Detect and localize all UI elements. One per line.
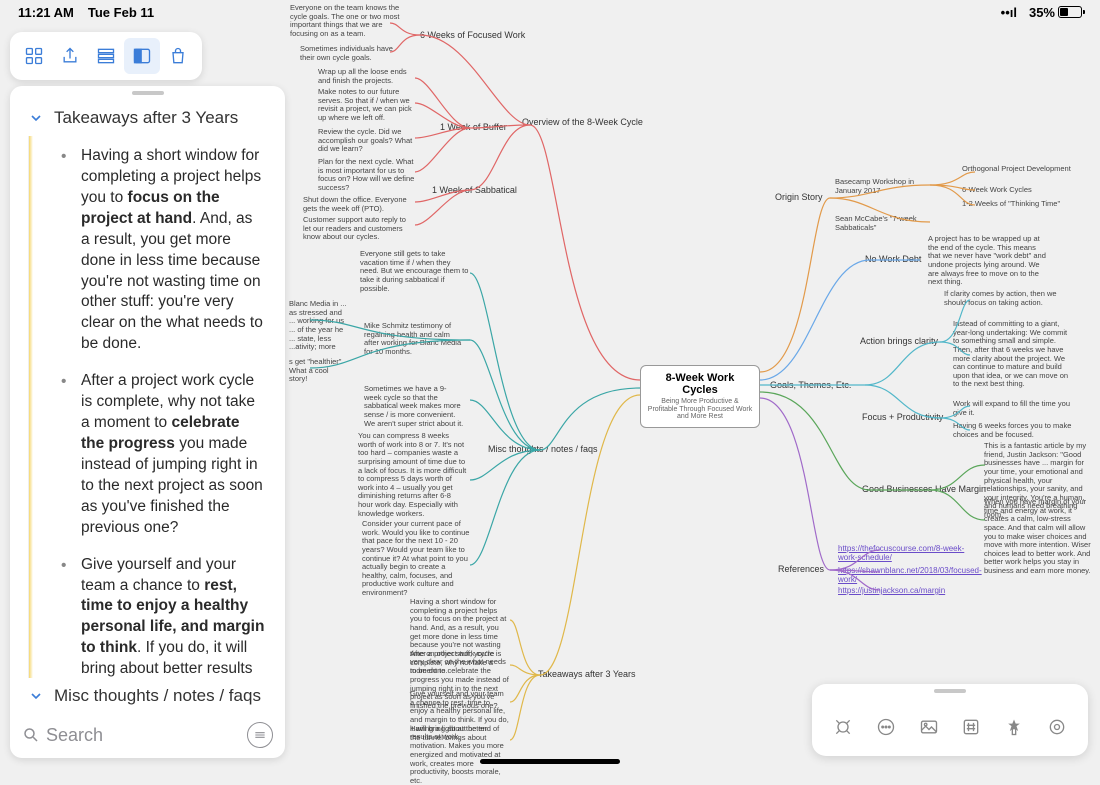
leaf[interactable]: Instead of committing to a giant, year-l… [953, 320, 1073, 389]
leaf[interactable]: Review the cycle. Did we accomplish our … [318, 128, 418, 154]
chevron-down-icon [28, 688, 44, 704]
node-buffer[interactable]: 1 Week of Buffer [440, 122, 507, 132]
note-item[interactable]: After a project work cycle is complete, … [39, 365, 275, 548]
node-sabbatical[interactable]: 1 Week of Sabbatical [432, 185, 517, 195]
toolbar [10, 32, 202, 80]
leaf[interactable]: Customer support auto reply to let our r… [303, 216, 413, 242]
node-origin[interactable]: Origin Story [775, 192, 823, 202]
ref-link[interactable]: https://justinjackson.ca/margin [838, 586, 945, 595]
node-overview[interactable]: Overview of the 8-Week Cycle [522, 117, 643, 127]
section-title: Takeaways after 3 Years [54, 108, 238, 128]
node-takeaways[interactable]: Takeaways after 3 Years [538, 669, 636, 679]
leaf[interactable]: Having 6 weeks forces you to make choice… [953, 422, 1073, 439]
leaf[interactable]: Make notes to our future serves. So that… [318, 88, 418, 123]
more-button[interactable] [871, 712, 901, 742]
leaf[interactable]: Orthogonal Project Development [962, 165, 1071, 174]
search-icon [22, 726, 40, 744]
node-focus[interactable]: Focus + Productivity [862, 412, 943, 422]
note-item[interactable]: Having a short window for completing a p… [39, 140, 275, 365]
leaf[interactable]: Sometimes we have a 9-week cycle so that… [364, 385, 464, 428]
leaf[interactable]: Work will expand to fill the time you gi… [953, 400, 1073, 417]
date: Tue Feb 11 [88, 5, 154, 20]
section-misc[interactable]: Misc thoughts / notes / faqs [10, 678, 285, 714]
node-workdebt[interactable]: No Work Debt [865, 254, 921, 264]
node-action[interactable]: Action brings clarity [860, 336, 938, 346]
leaf[interactable]: Mike Schmitz testimony of regaining heal… [364, 322, 464, 357]
grid-view-button[interactable] [16, 38, 52, 74]
chevron-down-icon [28, 110, 44, 126]
drag-handle[interactable] [812, 684, 1088, 698]
central-node[interactable]: 8-Week Work Cycles Being More Productive… [640, 365, 760, 428]
leaf[interactable]: Consider your current pace of work. Woul… [362, 520, 472, 598]
node-six-weeks[interactable]: 6 Weeks of Focused Work [420, 30, 525, 40]
outline-button[interactable] [88, 38, 124, 74]
status-bar: 11:21 AM Tue Feb 11 ••ıl 35% [0, 0, 1100, 24]
ref-link[interactable]: https://thefocuscourse.com/8-week-work-s… [838, 544, 968, 562]
leaf[interactable]: Plan for the next cycle. What is most im… [318, 158, 418, 193]
edit-toolbar [812, 684, 1088, 756]
leaf[interactable]: You can compress 8 weeks worth of work i… [358, 432, 468, 518]
section-title: Misc thoughts / notes / faqs [54, 686, 261, 706]
leaf[interactable]: 1-2 Weeks of "Thinking Time" [962, 200, 1060, 209]
node-goals[interactable]: Goals, Themes, Etc. [770, 380, 851, 390]
cell-signal-icon: ••ıl [1001, 5, 1017, 20]
leaf[interactable]: A project has to be wrapped up at the en… [928, 235, 1048, 287]
leaf[interactable]: s get "healthier" What a cool story! [289, 358, 349, 384]
leaf[interactable]: Blanc Media in ... as stressed and ... w… [289, 300, 349, 352]
split-view-button[interactable] [124, 38, 160, 74]
leaf[interactable]: Everyone still gets to take vacation tim… [360, 250, 470, 293]
share-button[interactable] [52, 38, 88, 74]
shop-button[interactable] [160, 38, 196, 74]
drag-handle[interactable] [10, 86, 285, 100]
node-misc[interactable]: Misc thoughts / notes / faqs [488, 444, 598, 454]
outline-panel: Takeaways after 3 Years Having a short w… [10, 86, 285, 758]
filter-button[interactable] [247, 722, 273, 748]
leaf[interactable]: If clarity comes by action, then we shou… [944, 290, 1064, 307]
home-indicator[interactable] [480, 759, 620, 764]
target-button[interactable] [1042, 712, 1072, 742]
notes-list[interactable]: Having a short window for completing a p… [28, 136, 285, 678]
clock: 11:21 AM [18, 5, 74, 20]
focus-node-button[interactable] [828, 712, 858, 742]
note-item[interactable]: Give yourself and your team a chance to … [39, 549, 275, 678]
image-button[interactable] [914, 712, 944, 742]
leaf[interactable]: Basecamp Workshop in January 2017 [835, 178, 935, 195]
leaf[interactable]: 6-Week Work Cycles [962, 186, 1032, 195]
leaf[interactable]: Sean McCabe's "7-week Sabbaticals" [835, 215, 935, 232]
search-bar: Search [10, 714, 285, 758]
ref-link[interactable]: https://shawnblanc.net/2018/03/focused-w… [838, 566, 968, 584]
leaf[interactable]: Shut down the office. Everyone gets the … [303, 196, 413, 213]
section-takeaways[interactable]: Takeaways after 3 Years [10, 100, 285, 136]
leaf[interactable]: When you have margin of your time and en… [984, 498, 1094, 576]
style-button[interactable] [999, 712, 1029, 742]
node-refs[interactable]: References [778, 564, 824, 574]
node-biz[interactable]: Good Businesses Have Margin [862, 484, 986, 494]
leaf[interactable]: Wrap up all the loose ends and finish th… [318, 68, 418, 85]
leaf[interactable]: Sometimes individuals have their own cyc… [300, 45, 400, 62]
battery-indicator: 35% [1029, 5, 1082, 20]
leaf[interactable]: Having a light at the end of the tunnel … [410, 725, 510, 785]
tag-button[interactable] [956, 712, 986, 742]
search-input[interactable]: Search [22, 725, 239, 746]
